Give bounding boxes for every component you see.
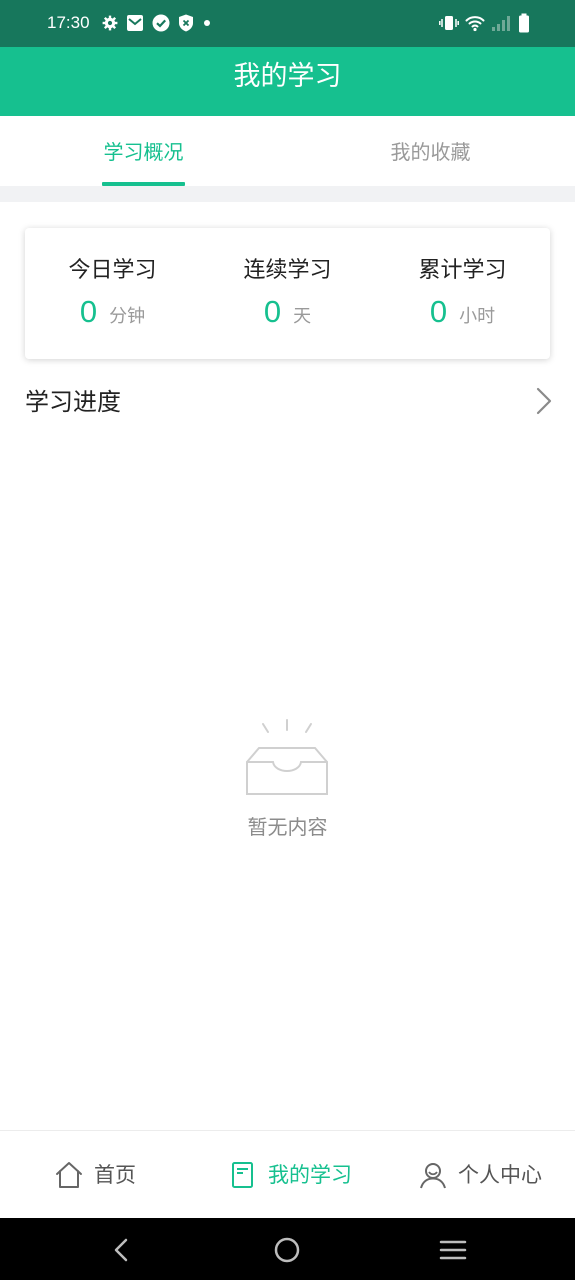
nav-profile[interactable]: 个人中心 (418, 1131, 542, 1219)
tab-my-favorites[interactable]: 我的收藏 (287, 116, 574, 186)
stat-label: 连续学习 (243, 258, 332, 283)
shield-icon (178, 14, 194, 32)
status-bar: 17:30 (0, 0, 575, 47)
check-circle-icon (152, 14, 170, 32)
stat-value-row: 0 天 (200, 292, 375, 332)
stat-value-row: 0 小时 (375, 292, 550, 332)
gear-icon (102, 15, 118, 31)
stat-value: 0 (79, 294, 98, 329)
bottom-nav: 首页 我的学习 个人中心 (0, 1130, 575, 1219)
wifi-icon (465, 14, 485, 32)
nav-home-label: 首页 (94, 1163, 136, 1187)
stat-today: 今日学习 0 分钟 (25, 228, 200, 359)
study-progress-title: 学习进度 (25, 388, 121, 416)
stat-streak: 连续学习 0 天 (200, 228, 375, 359)
stat-unit: 天 (293, 306, 312, 327)
email-icon (126, 14, 144, 32)
home-circle-icon[interactable] (271, 1234, 303, 1266)
nav-my-study[interactable]: 我的学习 (228, 1131, 352, 1219)
status-icons-right (433, 13, 531, 33)
empty-state: 暂无内容 (0, 712, 575, 852)
nav-my-study-label: 我的学习 (268, 1163, 352, 1187)
section-divider (0, 186, 575, 202)
page-title: 我的学习 (233, 61, 342, 92)
tab-study-overview[interactable]: 学习概况 (0, 116, 287, 186)
empty-state-text: 暂无内容 (247, 815, 328, 839)
signal-icon (491, 14, 511, 32)
nav-home[interactable]: 首页 (54, 1131, 136, 1219)
stat-unit: 分钟 (109, 306, 146, 327)
chevron-right-icon[interactable] (531, 386, 555, 416)
study-progress-row[interactable]: 学习进度 (0, 380, 575, 426)
stat-value-row: 0 分钟 (25, 292, 200, 332)
dot-icon (202, 14, 212, 32)
tab-bar: 学习概况 我的收藏 (0, 116, 575, 186)
stat-label: 累计学习 (418, 258, 507, 283)
status-time: 17:30 (47, 13, 90, 32)
study-stats-card: 今日学习 0 分钟 连续学习 0 天 累计学习 0 小时 (25, 228, 550, 359)
user-icon (418, 1160, 448, 1190)
menu-icon[interactable] (437, 1234, 469, 1266)
stat-value: 0 (429, 294, 448, 329)
home-icon (54, 1160, 84, 1190)
status-icons-left (102, 13, 220, 33)
battery-icon (517, 13, 531, 33)
empty-inbox-icon (243, 716, 331, 796)
stat-total: 累计学习 0 小时 (375, 228, 550, 359)
back-icon[interactable] (106, 1234, 138, 1266)
app-header: 我的学习 (0, 47, 575, 116)
stat-unit: 小时 (459, 306, 496, 327)
book-icon (228, 1160, 258, 1190)
nav-profile-label: 个人中心 (458, 1163, 542, 1187)
stat-value: 0 (263, 294, 282, 329)
stat-label: 今日学习 (68, 258, 157, 283)
system-nav-bar (0, 1218, 575, 1280)
vibrate-icon (439, 14, 459, 32)
